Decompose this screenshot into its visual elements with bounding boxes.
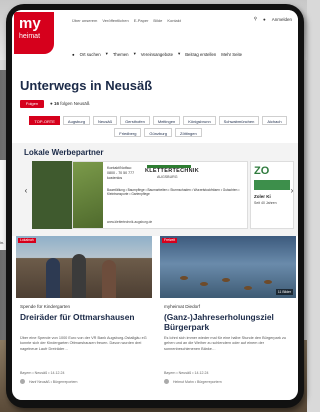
topnav-item[interactable]: Kontakt — [167, 18, 181, 23]
tablet-screen: my heimat Über unserem Veröffentlichen E… — [12, 10, 298, 400]
page-title: Unterwegs in Neusäß — [20, 78, 153, 93]
follow-button[interactable]: Folgen — [20, 100, 44, 108]
article-teaser: Es lohnt sich immer wieder mal für eine … — [164, 336, 286, 351]
tag-augsburg[interactable]: Augsburg — [62, 116, 91, 125]
location-pin-icon: ● — [72, 51, 75, 57]
article-image: 11 Bilder — [160, 236, 296, 298]
ad-right-banner — [254, 180, 290, 190]
ad-right-line2: Seit 40 Jahren — [254, 201, 277, 205]
top-navigation: Über unserem Veröffentlichen E-Paper Bil… — [72, 18, 181, 23]
ad-photo — [73, 162, 103, 228]
main-navigation: ● Ort suchen ▾ Themen ▾ Vereinsangebote … — [72, 51, 242, 57]
article-meta: Bayern • Neusäß • 14.12.24 — [164, 371, 209, 375]
nav-ort-suchen[interactable]: Ort suchen — [80, 52, 101, 57]
article-list: Lokalnah Spende für Kindergarten Dreiräd… — [16, 236, 296, 400]
tag-guenzburg[interactable]: Günzburg — [144, 128, 172, 137]
article-card[interactable]: 11 Bilder Freizeit myheimat Diedorf (Gan… — [160, 236, 296, 400]
ad-right-line1: Zoler Ki — [254, 194, 271, 199]
article-author: Helmut Mahn • Bürgerreportern — [164, 379, 222, 384]
tag-zoettingen[interactable]: Zöttingen — [175, 128, 202, 137]
ad-contact-line: kostenlos — [107, 176, 123, 180]
chevron-right-icon[interactable]: › — [288, 187, 296, 195]
topnav-item[interactable]: E-Paper — [134, 18, 149, 23]
follower-text: folgen Neusäß — [60, 101, 90, 106]
avatar — [20, 379, 25, 384]
photo-duck — [222, 278, 230, 282]
tag-neusaess[interactable]: Neusäß — [93, 116, 118, 125]
article-image — [16, 236, 152, 298]
logo-my: my — [19, 15, 41, 32]
photo-duck — [264, 280, 272, 284]
local-ads-section: Lokale Werbepartner ‹ Kontakt/Notfau: 08… — [12, 143, 298, 236]
article-headline[interactable]: Dreiräder für Ottmarshausen — [20, 312, 148, 322]
location-tags: TOP-ORTE Augsburg Neusäß Gersthofen Meit… — [20, 116, 296, 137]
photo-duck — [180, 276, 188, 280]
header-actions: ⚲ ● Anmelden — [254, 16, 292, 22]
search-icon[interactable]: ⚲ — [254, 16, 257, 22]
follower-number: 16 — [53, 101, 59, 106]
tag-schwabmuenchen[interactable]: Schwabmünchen — [218, 116, 260, 125]
ad-services: Baumfällung • Baumpflege • Baumarbeiten … — [107, 188, 240, 197]
nav-beitrag-erstellen[interactable]: Beitrag erstellen — [185, 52, 216, 57]
chevron-down-icon: ▾ — [105, 51, 108, 56]
background-text: in. — [0, 240, 5, 245]
ad-card-previous[interactable] — [32, 161, 72, 229]
article-author: Hanf Neusäß • Bürgerreportern — [20, 379, 78, 384]
article-kicker: myheimat Diedorf — [164, 304, 200, 309]
chevron-down-icon: ▾ — [133, 51, 136, 56]
tag-gersthofen[interactable]: Gersthofen — [120, 116, 150, 125]
tag-meitingen[interactable]: Meitingen — [152, 116, 181, 125]
chevron-down-icon: ▾ — [178, 51, 181, 56]
photo-duck — [244, 286, 252, 290]
photo-person — [72, 254, 86, 298]
tablet-device: my heimat Über unserem Veröffentlichen E… — [6, 4, 304, 408]
article-headline[interactable]: (Ganz-)Jahreserholungsziel Bürgerpark — [164, 312, 292, 332]
article-card[interactable]: Lokalnah Spende für Kindergarten Dreiräd… — [16, 236, 152, 400]
author-name[interactable]: Helmut Mahn • Bürgerreportern — [173, 380, 222, 384]
gallery-count-badge: 11 Bilder — [275, 289, 293, 295]
user-icon[interactable]: ● — [263, 17, 266, 22]
avatar — [164, 379, 169, 384]
nav-themen[interactable]: Themen — [113, 52, 129, 57]
tag-koenigsbrunn[interactable]: Königsbrunn — [183, 116, 216, 125]
tag-aichach[interactable]: Aichach — [262, 116, 287, 125]
ad-brand: KLETTERTECHNIK — [145, 168, 200, 174]
ads-title: Lokale Werbepartner — [24, 148, 104, 157]
photo-person — [102, 260, 116, 298]
logo-heimat: heimat — [19, 33, 41, 40]
chevron-left-icon[interactable]: ‹ — [22, 187, 30, 195]
article-meta: Bayern • Neusäß • 14.12.24 — [20, 371, 65, 375]
follower-count: ● 16 folgen Neusäß — [50, 100, 90, 108]
nav-mehr-seite[interactable]: Mehr Seite — [221, 52, 242, 57]
ad-card-next[interactable]: ZO Zoler Ki Seit 40 Jahren — [250, 161, 294, 229]
users-icon: ● — [50, 101, 53, 106]
ad-right-brand: ZO — [254, 165, 270, 177]
topnav-item[interactable]: Veröffentlichen — [102, 18, 128, 23]
ad-contact: Kontakt/Notfau: 0800 - 70 50 777 kostenl… — [107, 166, 134, 181]
tag-friedberg[interactable]: Friedberg — [114, 128, 142, 137]
login-link[interactable]: Anmelden — [272, 17, 292, 22]
ad-url: www.klettertechnik-augsburg.de — [107, 220, 153, 224]
article-category-badge: Lokalnah — [18, 238, 36, 243]
author-name[interactable]: Hanf Neusäß • Bürgerreportern — [29, 380, 78, 384]
topnav-item[interactable]: Über unserem — [72, 18, 97, 23]
nav-vereinsangebote[interactable]: Vereinsangebote — [141, 52, 173, 57]
ad-brand-sub: AUGSBURG — [157, 175, 178, 179]
article-teaser: Über eine Spende von 1000 Euro von der V… — [20, 336, 147, 351]
photo-person — [46, 258, 60, 298]
myheimat-logo[interactable]: my heimat — [14, 12, 54, 54]
photo-duck — [200, 282, 208, 286]
article-category-badge: Freizeit — [162, 238, 178, 243]
tag-top-orte[interactable]: TOP-ORTE — [29, 116, 60, 125]
ad-card-klettertechnik[interactable]: Kontakt/Notfau: 0800 - 70 50 777 kostenl… — [72, 161, 248, 229]
article-kicker: Spende für Kindergarten — [20, 304, 71, 309]
topnav-item[interactable]: Bilde — [153, 18, 162, 23]
site-header: my heimat Über unserem Veröffentlichen E… — [12, 10, 298, 74]
